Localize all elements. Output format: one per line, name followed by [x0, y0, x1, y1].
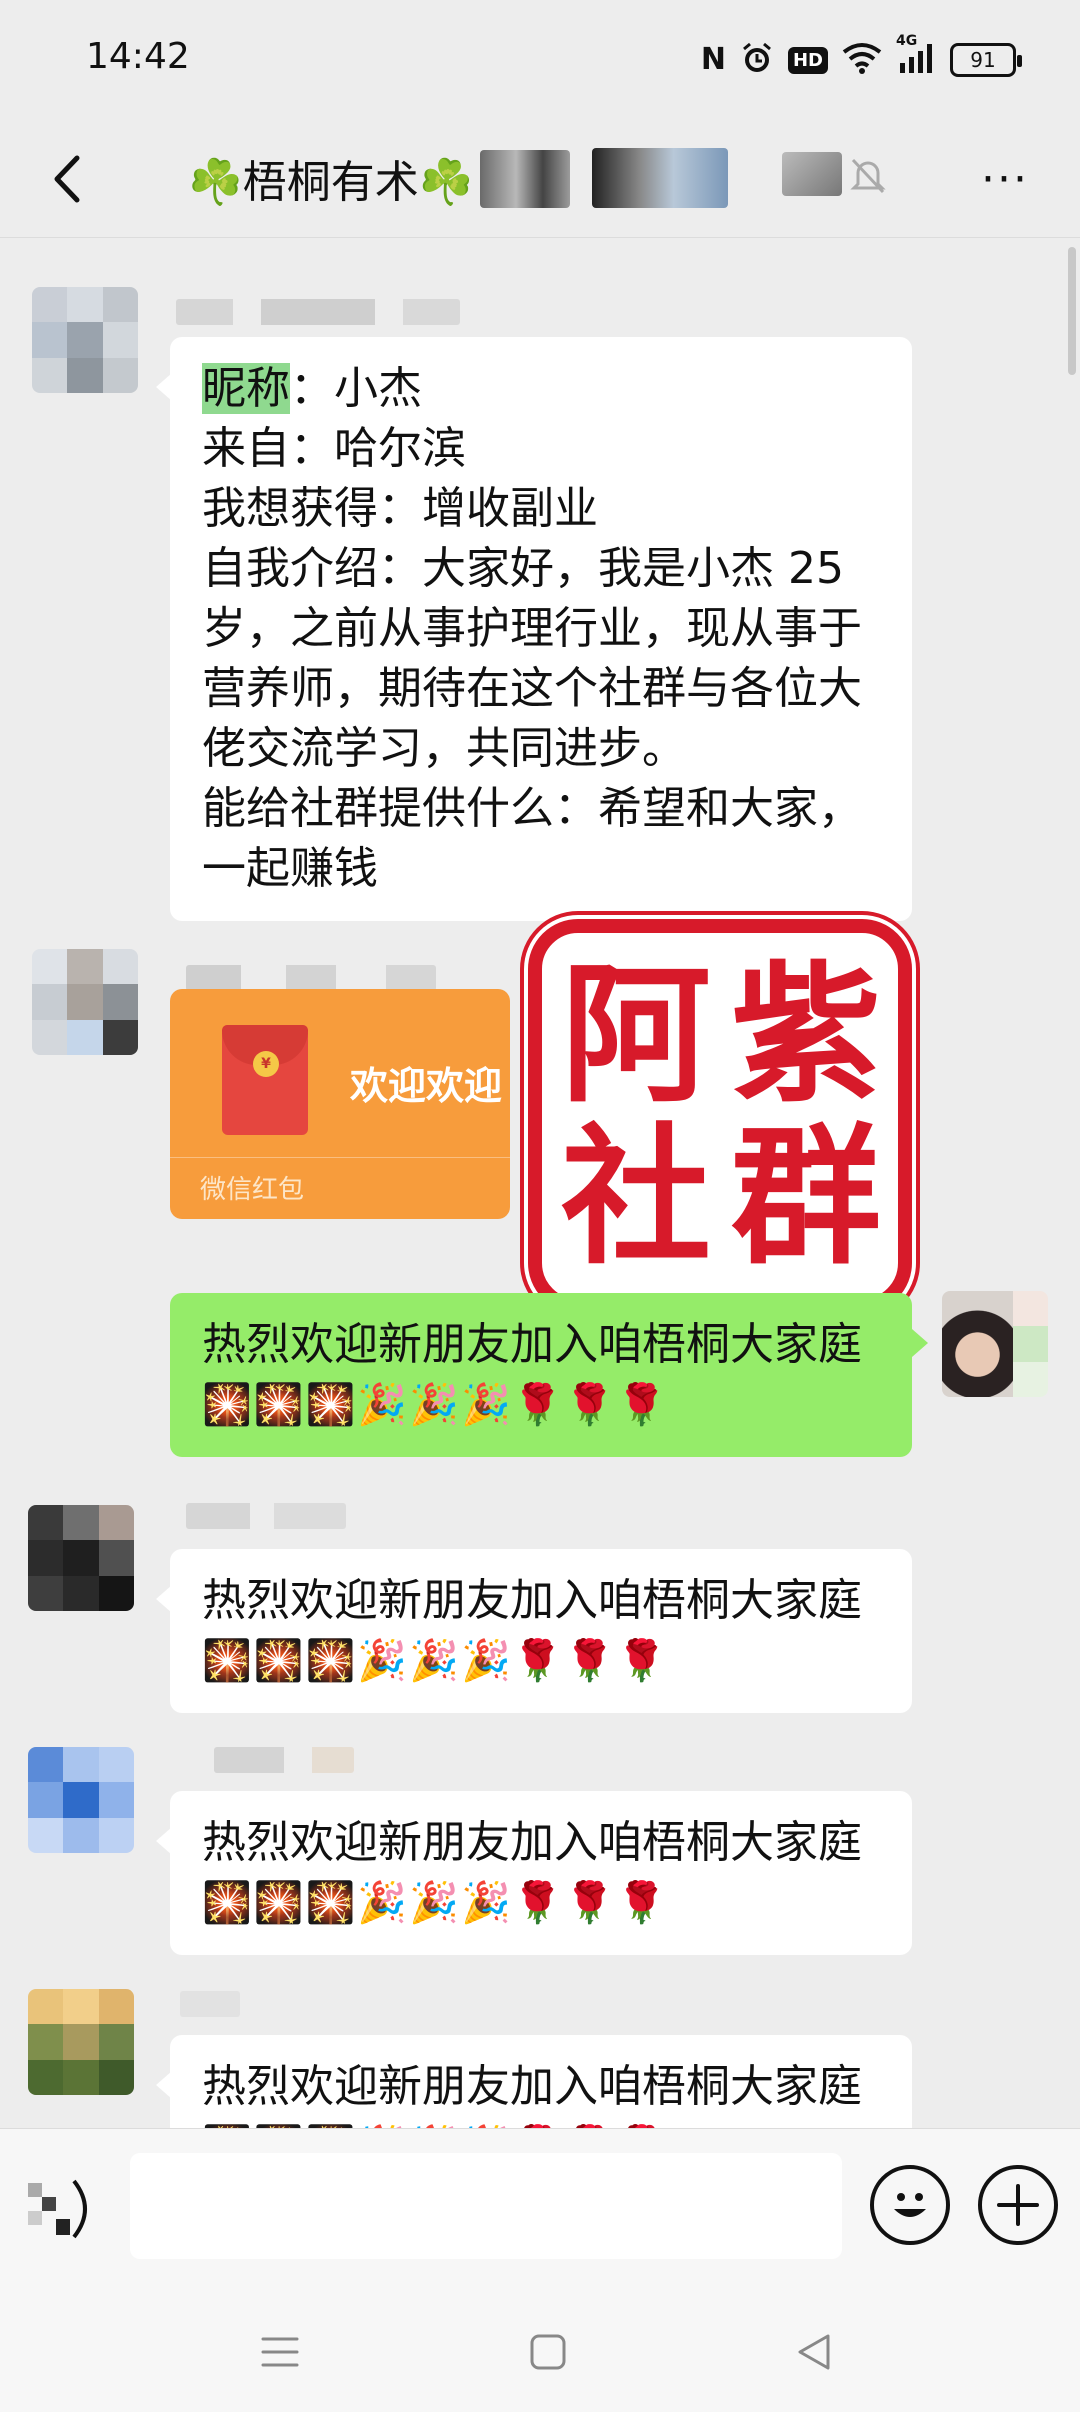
status-time: 14:42: [86, 36, 190, 77]
mute-bell-icon: [850, 156, 886, 200]
back-nav-button[interactable]: [784, 2322, 844, 2382]
red-packet-label: 微信红包: [200, 1175, 305, 1205]
sender-nickname-blurred: [180, 1991, 240, 2017]
message-text: 热烈欢迎新朋友加入咱梧桐大家庭: [202, 1575, 862, 1626]
sender-nickname-blurred: [186, 1503, 346, 1529]
alarm-icon: [740, 41, 774, 79]
status-bar: 14:42 N HD 4G 91: [0, 0, 1080, 120]
message-input[interactable]: [130, 2153, 842, 2259]
message-bubble-self[interactable]: 热烈欢迎新朋友加入咱梧桐大家庭 🎇🎇🎇🎉🎉🎉🌹🌹🌹: [170, 1293, 928, 1457]
battery-indicator: 91: [950, 43, 1022, 77]
plus-button[interactable]: [978, 2165, 1058, 2245]
menu-icon: [261, 2337, 299, 2367]
intro-line: 我想获得：增收副业: [202, 483, 598, 534]
emoji-icon: [894, 2193, 926, 2217]
blurred-title-part: [592, 148, 728, 208]
watermark-stamp: 阿 紫 社 群: [528, 919, 912, 1313]
coin-icon: ¥: [253, 1051, 279, 1077]
avatar[interactable]: [28, 1747, 134, 1853]
home-nav-button[interactable]: [518, 2322, 578, 2382]
stamp-char: 紫: [730, 947, 881, 1123]
intro-line: 岁，之前从事护理行业，现从事于: [202, 603, 862, 654]
scrollbar[interactable]: [1068, 247, 1076, 375]
input-bar: [0, 2128, 1080, 2288]
stamp-char: 群: [730, 1109, 881, 1285]
system-nav-bar: [0, 2288, 1080, 2412]
wifi-icon: [842, 42, 882, 78]
red-packet-title: 欢迎欢迎: [350, 1064, 503, 1108]
message-bubble[interactable]: 热烈欢迎新朋友加入咱梧桐大家庭 🎇🎇🎇🎉🎉🎉🌹🌹🌹: [156, 2035, 912, 2129]
back-chevron-icon: [54, 155, 80, 203]
self-avatar[interactable]: [942, 1291, 1048, 1397]
avatar[interactable]: [28, 1989, 134, 2095]
blurred-title-part: [782, 152, 842, 196]
emoji-button[interactable]: [870, 2165, 950, 2245]
voice-button[interactable]: [24, 2169, 104, 2249]
intro-line: 来自：哈尔滨: [202, 423, 466, 474]
intro-line: 一起赚钱: [202, 843, 378, 894]
back-button[interactable]: [36, 144, 96, 214]
home-icon: [530, 2334, 566, 2370]
divider: [170, 1157, 510, 1158]
intro-line: 昵称：小杰: [202, 363, 422, 414]
message-emoji: 🎇🎇🎇🎉🎉🎉🌹🌹🌹: [202, 1382, 669, 1428]
plus-icon: [997, 2184, 1039, 2226]
message-emoji: 🎇🎇🎇🎉🎉🎉🌹🌹🌹: [202, 1638, 669, 1684]
avatar[interactable]: [32, 287, 138, 393]
intro-line: 营养师，期待在这个社群与各位大: [202, 663, 862, 714]
menu-nav-button[interactable]: [250, 2322, 310, 2382]
intro-line: 自我介绍：大家好，我是小杰 25: [202, 543, 844, 594]
sender-nickname-blurred: [214, 1747, 354, 1773]
message-emoji: 🎇🎇🎇🎉🎉🎉🌹🌹🌹: [202, 1880, 669, 1926]
message-bubble[interactable]: 热烈欢迎新朋友加入咱梧桐大家庭 🎇🎇🎇🎉🎉🎉🌹🌹🌹: [156, 1549, 912, 1713]
sender-nickname-blurred: [186, 965, 436, 991]
message-bubble[interactable]: 热烈欢迎新朋友加入咱梧桐大家庭 🎇🎇🎇🎉🎉🎉🌹🌹🌹: [156, 1791, 912, 1955]
message-text: 热烈欢迎新朋友加入咱梧桐大家庭: [202, 2061, 862, 2112]
avatar[interactable]: [32, 949, 138, 1055]
chat-header: ☘️梧桐有术☘️ ···: [0, 120, 1080, 238]
chat-message-list[interactable]: 昵称：小杰 来自：哈尔滨 我想获得：增收副业 自我介绍：大家好，我是小杰 25 …: [0, 239, 1080, 2129]
blurred-title-part: [480, 150, 570, 208]
message-bubble-intro[interactable]: 昵称：小杰 来自：哈尔滨 我想获得：增收副业 自我介绍：大家好，我是小杰 25 …: [156, 337, 912, 921]
status-icons: N HD 4G 91: [700, 33, 1022, 80]
red-packet-icon: ¥: [222, 1025, 308, 1135]
intro-line: 佬交流学习，共同进步。: [202, 723, 686, 774]
avatar[interactable]: [28, 1505, 134, 1611]
sender-nickname-blurred: [176, 299, 460, 325]
red-packet-message[interactable]: ¥ 欢迎欢迎 微信红包: [170, 989, 510, 1219]
voice-icon: [28, 2179, 87, 2239]
back-triangle-icon: [798, 2334, 830, 2370]
message-text: 热烈欢迎新朋友加入咱梧桐大家庭: [202, 1817, 862, 1868]
nfc-icon: N: [700, 42, 726, 77]
more-button[interactable]: ···: [970, 144, 1040, 214]
stamp-char: 阿: [560, 947, 711, 1123]
signal-icon: 4G: [896, 33, 936, 79]
intro-line: 能给社群提供什么：希望和大家，: [202, 783, 862, 834]
nickname-highlight: 昵称: [202, 363, 290, 414]
group-title: ☘️梧桐有术☘️: [188, 157, 474, 208]
hd-badge: HD: [787, 46, 828, 74]
message-text: 热烈欢迎新朋友加入咱梧桐大家庭: [202, 1319, 862, 1370]
stamp-char: 社: [560, 1109, 711, 1285]
